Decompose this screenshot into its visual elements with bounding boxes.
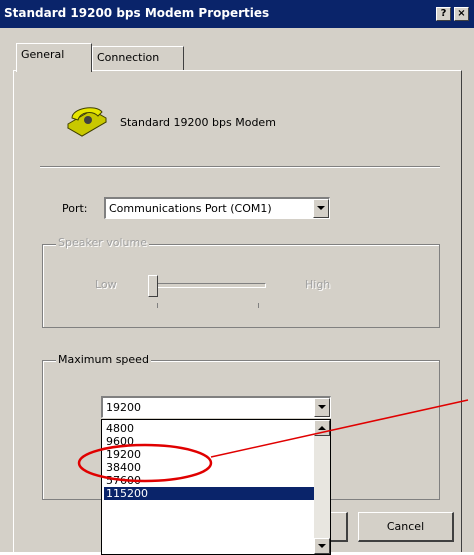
separator (40, 166, 440, 168)
speed-option-115200[interactable]: 115200 (104, 487, 316, 500)
volume-high-label: High (305, 278, 331, 291)
volume-low-label: Low (95, 278, 117, 291)
speed-option-19200[interactable]: 19200 (104, 448, 316, 461)
speed-dropdown-list[interactable]: 4800 9600 19200 38400 57600 115200 (101, 419, 331, 555)
list-scrollbar[interactable] (314, 420, 330, 554)
volume-slider-track (152, 283, 266, 288)
speed-option-57600[interactable]: 57600 (104, 474, 316, 487)
port-label: Port: (62, 202, 88, 215)
cancel-button[interactable]: Cancel (358, 512, 454, 542)
port-dropdown-arrow-icon[interactable] (313, 199, 329, 218)
modem-telephone-icon (67, 107, 107, 137)
slider-tick (157, 303, 158, 308)
volume-slider-thumb (148, 275, 158, 297)
maximum-speed-label: Maximum speed (56, 353, 151, 366)
slider-tick (258, 303, 259, 308)
speed-select[interactable]: 19200 (101, 396, 331, 418)
window-title: Standard 19200 bps Modem Properties (4, 6, 270, 20)
scroll-up-arrow-icon[interactable] (314, 420, 330, 436)
tab-general-label: General (21, 48, 65, 61)
speaker-volume-label: Speaker volume (56, 236, 149, 249)
modem-properties-dialog: Standard 19200 bps Modem Properties ? × … (0, 0, 474, 555)
speed-dropdown-arrow-icon[interactable] (314, 398, 330, 417)
port-value: Communications Port (COM1) (109, 202, 272, 215)
speed-option-4800[interactable]: 4800 (104, 422, 316, 435)
tab-connection[interactable]: Connection (92, 46, 184, 70)
tab-connection-label: Connection (97, 51, 160, 64)
speed-option-38400[interactable]: 38400 (104, 461, 316, 474)
speed-option-9600[interactable]: 9600 (104, 435, 316, 448)
port-select[interactable]: Communications Port (COM1) (104, 197, 330, 219)
speed-value: 19200 (106, 401, 141, 414)
title-bar: Standard 19200 bps Modem Properties ? × (0, 0, 474, 28)
close-button[interactable]: × (454, 7, 469, 21)
help-button[interactable]: ? (436, 7, 451, 21)
tab-general[interactable]: General (16, 43, 92, 72)
modem-name: Standard 19200 bps Modem (120, 116, 276, 129)
